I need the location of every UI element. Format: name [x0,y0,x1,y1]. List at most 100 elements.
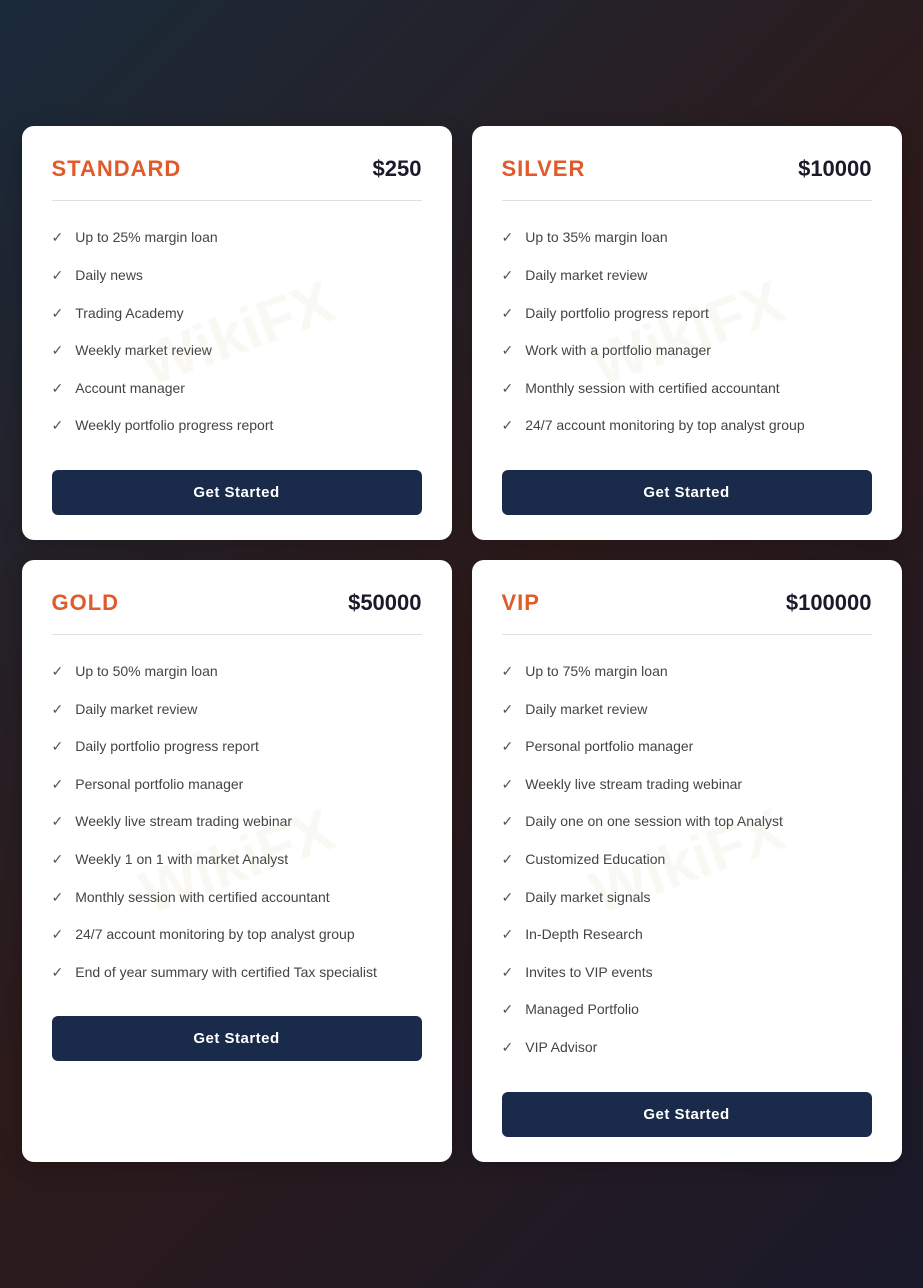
feature-text: Weekly 1 on 1 with market Analyst [75,850,288,870]
list-item: ✓Personal portfolio manager [502,728,872,766]
list-item: ✓ Up to 50% margin loan [52,653,422,691]
check-icon: ✓ [52,926,64,943]
vip-price: $100000 [786,590,872,616]
card-silver: SILVER$10000✓Up to 35% margin loan✓Daily… [472,126,902,540]
gold-title: GOLD [52,590,120,616]
standard-divider [52,200,422,201]
feature-text: Managed Portfolio [525,1000,639,1020]
list-item: ✓ VIP Advisor [502,1029,872,1067]
feature-text: Monthly session with certified accountan… [525,379,779,399]
check-icon: ✓ [502,663,514,680]
check-icon: ✓ [52,701,64,718]
check-icon: ✓ [52,417,64,434]
silver-feature-list: ✓Up to 35% margin loan✓Daily market revi… [502,219,872,445]
feature-text: Weekly portfolio progress report [75,416,273,436]
feature-text: Up to 25% margin loan [75,228,217,248]
list-item: ✓ Up to 75% margin loan [502,653,872,691]
gold-price: $50000 [348,590,421,616]
feature-text: Trading Academy [75,304,183,324]
vip-feature-list: ✓ Up to 75% margin loan ✓Daily market revi… [502,653,872,1067]
check-icon: ✓ [502,701,514,718]
gold-divider [52,634,422,635]
feature-text: Daily one on one session with top Analys… [525,812,783,832]
check-icon: ✓ [52,851,64,868]
standard-price: $250 [373,156,422,182]
list-item: ✓ Daily news [52,257,422,295]
list-item: ✓ Daily one on one session with top Analy… [502,803,872,841]
list-item: ✓ Weekly 1 on 1 with market Analyst [52,841,422,879]
feature-text: Daily market signals [525,888,650,908]
check-icon: ✓ [52,889,64,906]
feature-text: Daily market review [525,266,647,286]
feature-text: Weekly live stream trading webinar [525,775,742,795]
list-item: ✓Weekly live stream trading webinar [502,766,872,804]
vip-get-started-button[interactable]: Get Started [502,1092,872,1137]
feature-text: 24/7 account monitoring by top analyst g… [75,925,354,945]
feature-text: Monthly session with certified accountan… [75,888,329,908]
list-item: ✓ Daily market review [52,691,422,729]
check-icon: ✓ [502,267,514,284]
check-icon: ✓ [502,305,514,322]
check-icon: ✓ [52,305,64,322]
feature-text: Invites to VIP events [525,963,652,983]
feature-text: Daily portfolio progress report [75,737,259,757]
check-icon: ✓ [502,342,514,359]
pricing-grid: STANDARD$250✓Up to 25% margin loan✓Daily… [22,126,902,1161]
card-gold: GOLD $50000 ✓ Up to 50% margin loan ✓ Daily m… [22,560,452,1162]
list-item: ✓Customized Education [502,841,872,879]
list-item: ✓ Trading Academy [52,295,422,333]
check-icon: ✓ [52,738,64,755]
standard-feature-list: ✓ Up to 25% margin loan ✓ Daily news ✓ Tradin… [52,219,422,445]
card-vip: VIP$100000✓Up to 75% margin loan✓Daily m… [472,560,902,1162]
list-item: ✓ Daily market review [502,257,872,295]
check-icon: ✓ [52,964,64,981]
check-icon: ✓ [502,417,514,434]
silver-divider [502,200,872,201]
list-item: ✓ Weekly portfolio progress report [52,407,422,445]
list-item: ✓ Monthly session with certified accounta… [52,879,422,917]
feature-text: Personal portfolio manager [525,737,693,757]
list-item: ✓ 24/7 account monitoring by top analyst … [52,916,422,954]
list-item: ✓ Managed Portfolio [502,991,872,1029]
check-icon: ✓ [502,1039,514,1056]
check-icon: ✓ [52,380,64,397]
silver-title: SILVER [502,156,586,182]
check-icon: ✓ [52,663,64,680]
gold-feature-list: ✓ Up to 50% margin loan ✓ Daily market revi… [52,653,422,991]
feature-text: Up to 50% margin loan [75,662,217,682]
list-item: ✓ Daily portfolio progress report [502,295,872,333]
list-item: ✓Weekly live stream trading webinar [52,803,422,841]
feature-text: Daily market review [75,700,197,720]
check-icon: ✓ [502,889,514,906]
feature-text: VIP Advisor [525,1038,597,1058]
feature-text: Up to 75% margin loan [525,662,667,682]
check-icon: ✓ [52,267,64,284]
list-item: ✓Daily market review [502,691,872,729]
check-icon: ✓ [52,776,64,793]
feature-text: In-Depth Research [525,925,643,945]
vip-title: VIP [502,590,540,616]
list-item: ✓ Personal portfolio manager [52,766,422,804]
vip-divider [502,634,872,635]
check-icon: ✓ [502,926,514,943]
list-item: ✓Up to 35% margin loan [502,219,872,257]
list-item: ✓Weekly market review [52,332,422,370]
feature-text: End of year summary with certified Tax s… [75,963,377,983]
check-icon: ✓ [502,229,514,246]
feature-text: Daily news [75,266,143,286]
silver-get-started-button[interactable]: Get Started [502,470,872,515]
check-icon: ✓ [502,380,514,397]
gold-get-started-button[interactable]: Get Started [52,1016,422,1061]
list-item: ✓ Daily portfolio progress report [52,728,422,766]
list-item: ✓ Up to 25% margin loan [52,219,422,257]
check-icon: ✓ [502,813,514,830]
feature-text: Daily portfolio progress report [525,304,709,324]
silver-price: $10000 [798,156,871,182]
list-item: ✓ Monthly session with certified accounta… [502,370,872,408]
feature-text: Personal portfolio manager [75,775,243,795]
standard-get-started-button[interactable]: Get Started [52,470,422,515]
feature-text: Weekly live stream trading webinar [75,812,292,832]
feature-text: Work with a portfolio manager [525,341,711,361]
check-icon: ✓ [52,229,64,246]
check-icon: ✓ [502,1001,514,1018]
